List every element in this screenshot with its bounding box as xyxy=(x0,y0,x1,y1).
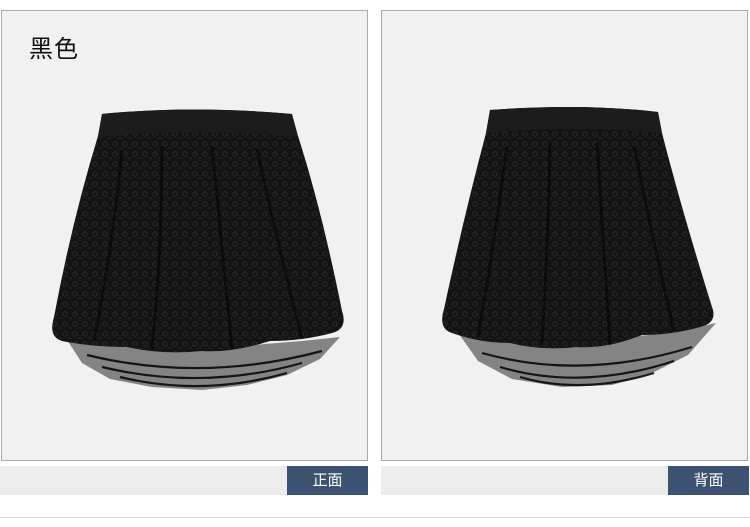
product-photo-back xyxy=(381,10,748,461)
skirt-image-back xyxy=(442,106,716,387)
caption-front: 正面 xyxy=(287,466,368,495)
skirt-image-front xyxy=(52,109,344,390)
caption-back: 背面 xyxy=(668,466,749,495)
product-photo-front: 黑色 xyxy=(1,10,368,461)
caption-bar-back: 背面 xyxy=(381,466,749,495)
bottom-divider xyxy=(0,517,750,518)
caption-bar-front: 正面 xyxy=(0,466,368,495)
